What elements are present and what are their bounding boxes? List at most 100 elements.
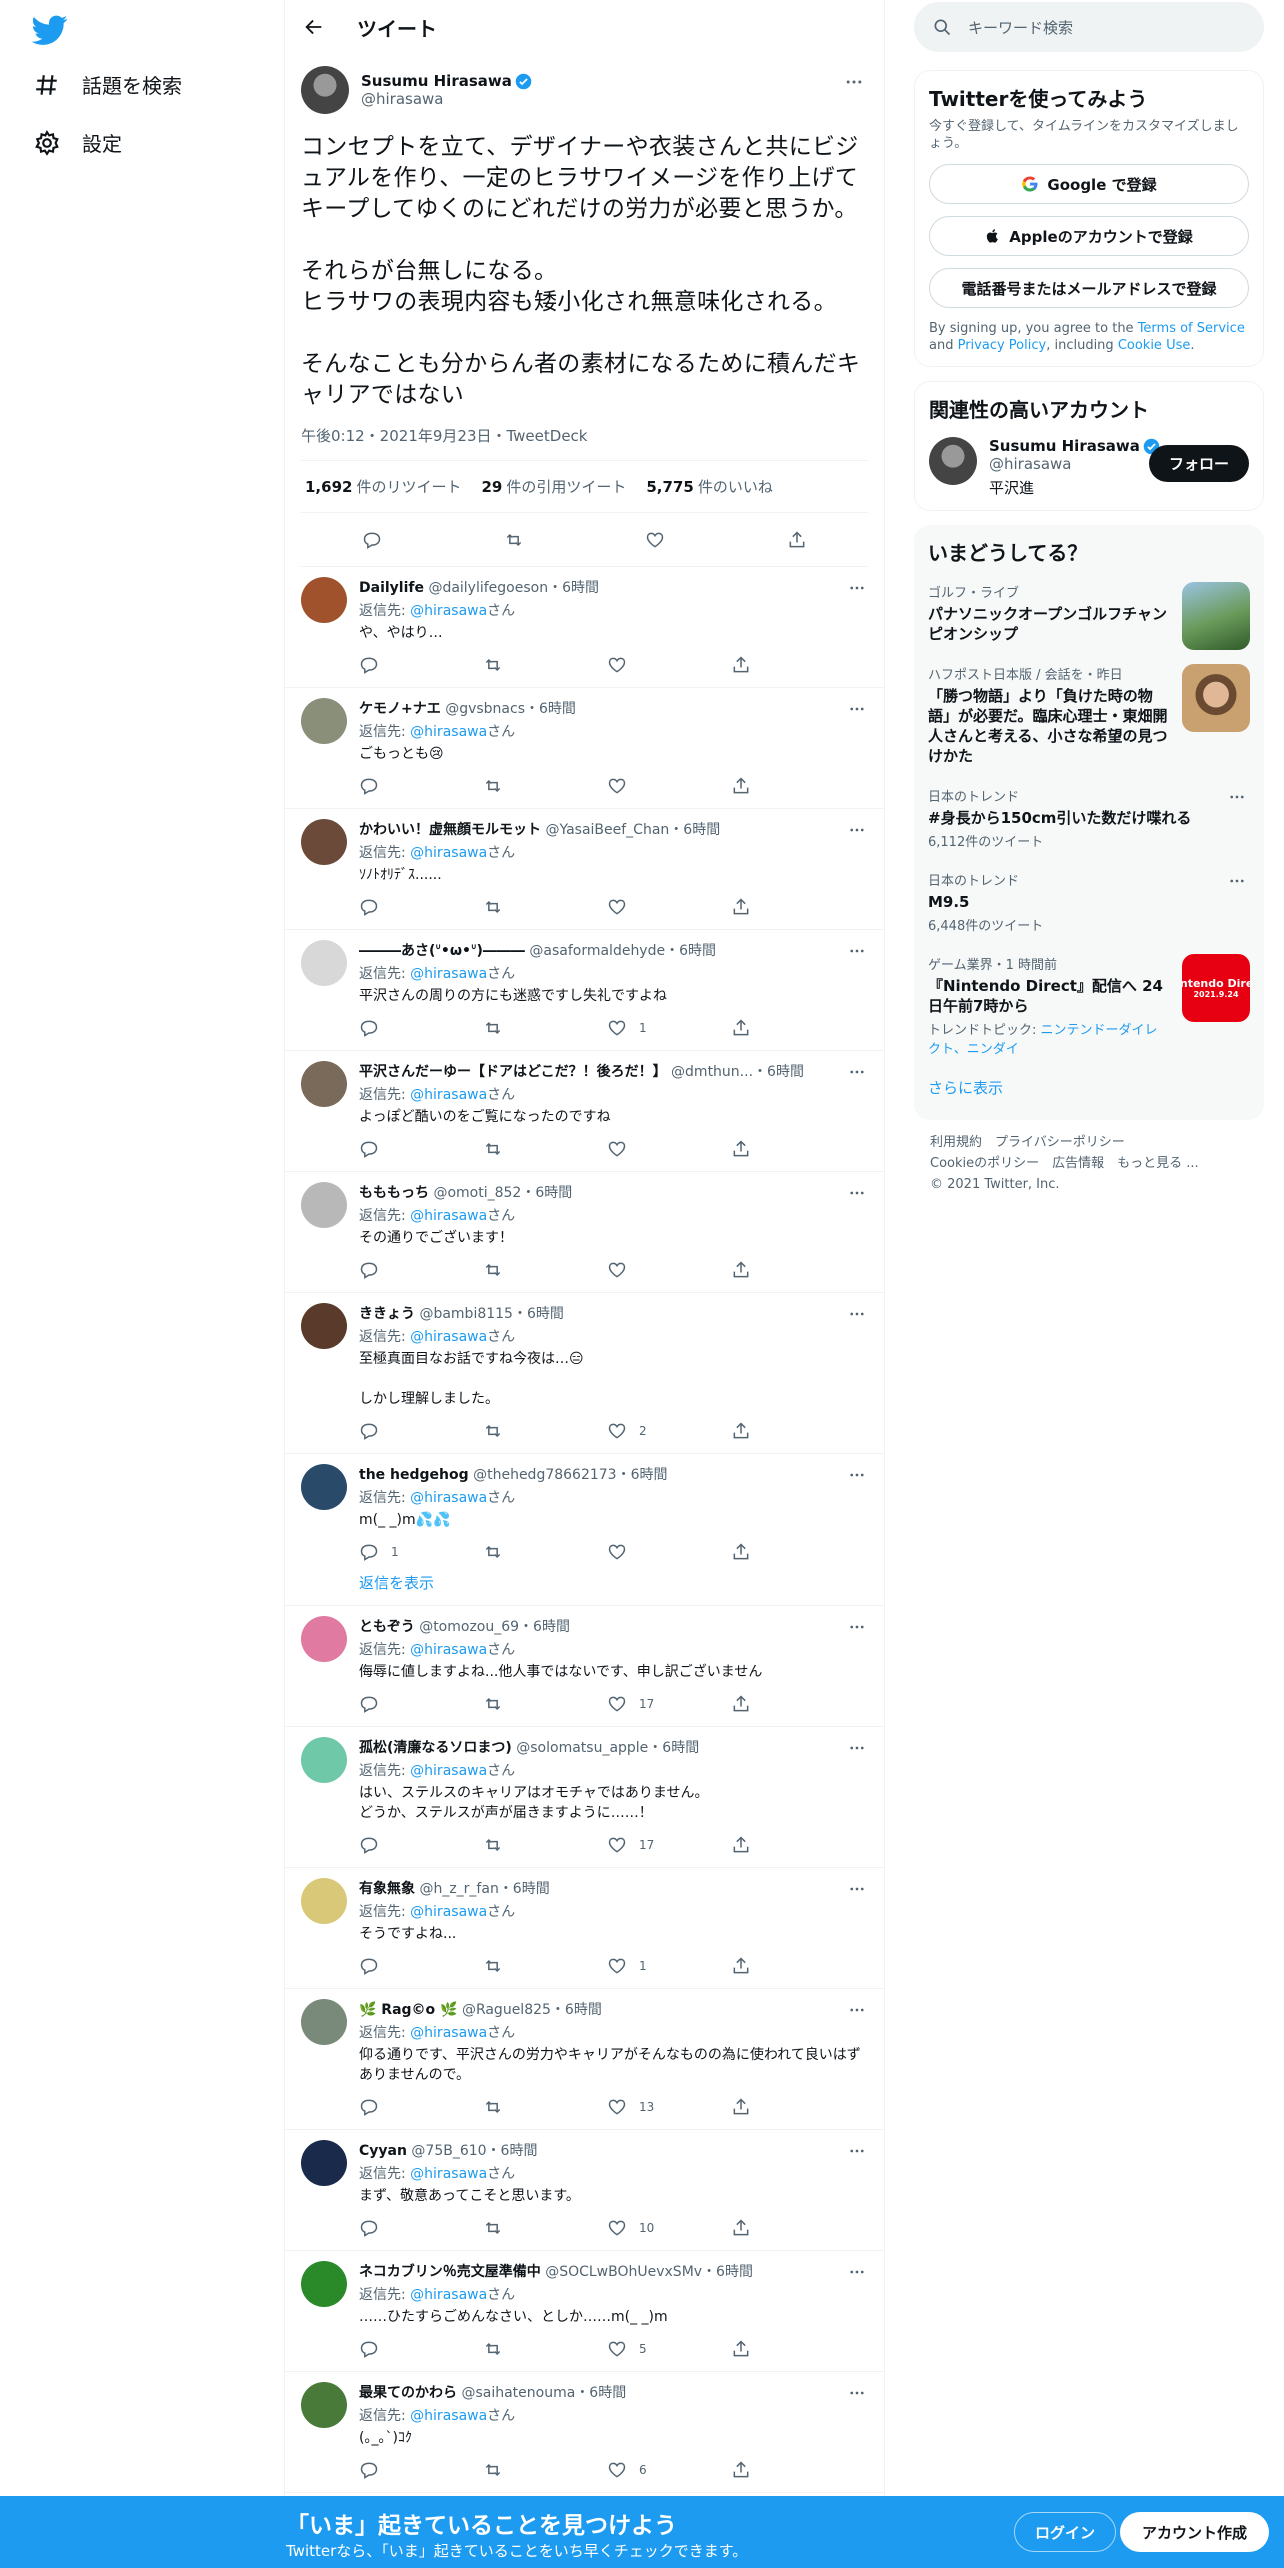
terms-of-service-link[interactable]: Terms of Service [1138, 321, 1245, 336]
replying-to-link[interactable]: @hirasawa [410, 2408, 487, 2424]
retweet-button[interactable] [483, 897, 607, 917]
more-options-icon[interactable] [848, 1305, 866, 1323]
like-button[interactable]: 17 [607, 1835, 731, 1855]
show-more-link[interactable]: さらに表示 [928, 1067, 1250, 1108]
reply-button[interactable]: 1 [359, 1542, 483, 1562]
reply-time[interactable]: ・6時間 [648, 1740, 699, 1756]
more-options-icon[interactable] [848, 1880, 866, 1898]
reply-time[interactable]: ・6時間 [548, 580, 599, 596]
reply-time[interactable]: ・6時間 [551, 2002, 602, 2018]
reply-author-handle[interactable]: @dmthun... [671, 1064, 753, 1080]
reply-author-handle[interactable]: @YasaiBeef_Chan [545, 822, 669, 838]
retweet-button[interactable] [483, 1139, 607, 1159]
replying-to-link[interactable]: @hirasawa [410, 966, 487, 982]
replying-to-link[interactable]: @hirasawa [410, 2166, 487, 2182]
reply-icon[interactable] [362, 530, 382, 550]
reply-author-name[interactable]: ききょう [359, 1306, 415, 1322]
replying-to-link[interactable]: @hirasawa [410, 1904, 487, 1920]
retweet-button[interactable] [483, 2460, 607, 2480]
sidebar-item-settings[interactable]: 設定 [34, 128, 122, 157]
reply-author-name[interactable]: 有象無象 [359, 1881, 415, 1897]
avatar[interactable] [301, 577, 347, 623]
share-button[interactable] [731, 1139, 855, 1159]
reply-time[interactable]: ・6時間 [753, 1064, 804, 1080]
avatar[interactable] [301, 2261, 347, 2307]
footer-line[interactable]: 利用規約 プライバシーポリシー [930, 1132, 1264, 1153]
show-replies-link[interactable]: 返信を表示 [359, 1572, 868, 1605]
reply-author-name[interactable]: ともぞう [359, 1619, 415, 1635]
share-button[interactable] [731, 897, 855, 917]
reply-button[interactable] [359, 1835, 483, 1855]
create-account-button[interactable]: アカウント作成 [1120, 2512, 1270, 2552]
reply-tweet[interactable]: 有象無象 @h_z_r_fan・6時間 返信先: @hirasawaさん そうですよ… [285, 1868, 884, 1989]
reply-author-name[interactable]: ケモノ+ナエ [359, 701, 441, 717]
apple-signup-button[interactable]: Appleのアカウントで登録 [929, 216, 1249, 256]
replying-to-link[interactable]: @hirasawa [410, 2025, 487, 2041]
retweet-button[interactable] [483, 1956, 607, 1976]
more-options-icon[interactable] [848, 942, 866, 960]
share-button[interactable] [731, 2218, 855, 2238]
retweet-button[interactable] [483, 1018, 607, 1038]
share-button[interactable] [731, 1018, 855, 1038]
like-button[interactable]: 10 [607, 2218, 731, 2238]
more-options-icon[interactable] [848, 2384, 866, 2402]
reply-author-handle[interactable]: @Raguel825 [462, 2002, 551, 2018]
reply-button[interactable] [359, 1260, 483, 1280]
like-button[interactable]: 17 [607, 1694, 731, 1714]
reply-time[interactable]: ・6時間 [669, 822, 720, 838]
reply-time[interactable]: ・6時間 [519, 1619, 570, 1635]
share-icon[interactable] [787, 530, 807, 550]
like-icon[interactable] [645, 530, 665, 550]
reply-author-handle[interactable]: @thehedg78662173 [473, 1467, 617, 1483]
more-options-icon[interactable] [1228, 788, 1246, 806]
replying-to-link[interactable]: @hirasawa [410, 603, 487, 619]
footer-line[interactable]: Cookieのポリシー 広告情報 もっと見る ... [930, 1153, 1264, 1174]
replying-to-link[interactable]: @hirasawa [410, 1490, 487, 1506]
reply-time[interactable]: ・6時間 [525, 701, 576, 717]
related-account[interactable]: Susumu Hirasawa @hirasawa 平沢進 フォロー [929, 437, 1249, 498]
reply-author-name[interactable]: 孤松(清廉なるソロまつ) [359, 1740, 512, 1756]
replying-to-link[interactable]: @hirasawa [410, 2287, 487, 2303]
like-button[interactable] [607, 1139, 731, 1159]
reply-time[interactable]: ・6時間 [617, 1467, 668, 1483]
reply-tweet[interactable]: Dailylife @dailylifegoeson・6時間 返信先: @hira… [285, 567, 884, 688]
more-options-icon[interactable] [1228, 872, 1246, 890]
replying-to-link[interactable]: @hirasawa [410, 1087, 487, 1103]
trend-item[interactable]: ゴルフ・ライブ パナソニックオープンゴルフチャンピオンシップ [928, 572, 1250, 654]
reply-author-handle[interactable]: @omoti_852 [433, 1185, 521, 1201]
reply-tweet[interactable]: Cyyan @75B_610・6時間 返信先: @hirasawaさん まず、敬意あ… [285, 2130, 884, 2251]
reply-author-name[interactable]: もももっち [359, 1185, 429, 1201]
like-button[interactable]: 2 [607, 1421, 731, 1441]
reply-tweet[interactable]: ききょう @bambi8115・6時間 返信先: @hirasawaさん 至極真面目… [285, 1293, 884, 1454]
more-options-icon[interactable] [844, 72, 864, 92]
avatar[interactable] [301, 1999, 347, 2045]
replying-to-link[interactable]: @hirasawa [410, 1642, 487, 1658]
twitter-logo-icon[interactable] [30, 12, 70, 48]
reply-author-handle[interactable]: @asaformaldehyde [529, 943, 665, 959]
retweet-button[interactable] [483, 1542, 607, 1562]
more-options-icon[interactable] [848, 1466, 866, 1484]
reply-author-handle[interactable]: @dailylifegoeson [428, 580, 548, 596]
retweet-button[interactable] [483, 655, 607, 675]
tweet-timestamp[interactable]: 午後0:12・2021年9月23日・TweetDeck [301, 425, 868, 461]
more-options-icon[interactable] [848, 1063, 866, 1081]
reply-author-name[interactable]: Cyyan [359, 2143, 407, 2159]
more-options-icon[interactable] [848, 2142, 866, 2160]
reply-tweet[interactable]: the hedgehog @thehedg78662173・6時間 返信先: @h… [285, 1454, 884, 1606]
reply-author-handle[interactable]: @solomatsu_apple [516, 1740, 648, 1756]
avatar[interactable] [301, 819, 347, 865]
reply-button[interactable] [359, 776, 483, 796]
avatar[interactable] [301, 1303, 347, 1349]
like-button[interactable] [607, 1542, 731, 1562]
like-button[interactable] [607, 776, 731, 796]
reply-time[interactable]: ・6時間 [487, 2143, 538, 2159]
like-button[interactable] [607, 655, 731, 675]
quote-count-link[interactable]: 29 件の引用ツイート [481, 476, 626, 497]
reply-tweet[interactable]: ネコカブリン％売文屋準備中 @SOCLwBOhUevxSMv・6時間 返信先: @… [285, 2251, 884, 2372]
reply-button[interactable] [359, 2339, 483, 2359]
retweet-button[interactable] [483, 2097, 607, 2117]
reply-tweet[interactable]: かわいい！虚無顔モルモット @YasaiBeef_Chan・6時間 返信先: @h… [285, 809, 884, 930]
reply-author-handle[interactable]: @75B_610 [411, 2143, 486, 2159]
trend-item[interactable]: 日本のトレンド #身長から150cm引いた数だけ喋れる 6,112件のツイート [928, 776, 1250, 860]
reply-time[interactable]: ・6時間 [499, 1881, 550, 1897]
